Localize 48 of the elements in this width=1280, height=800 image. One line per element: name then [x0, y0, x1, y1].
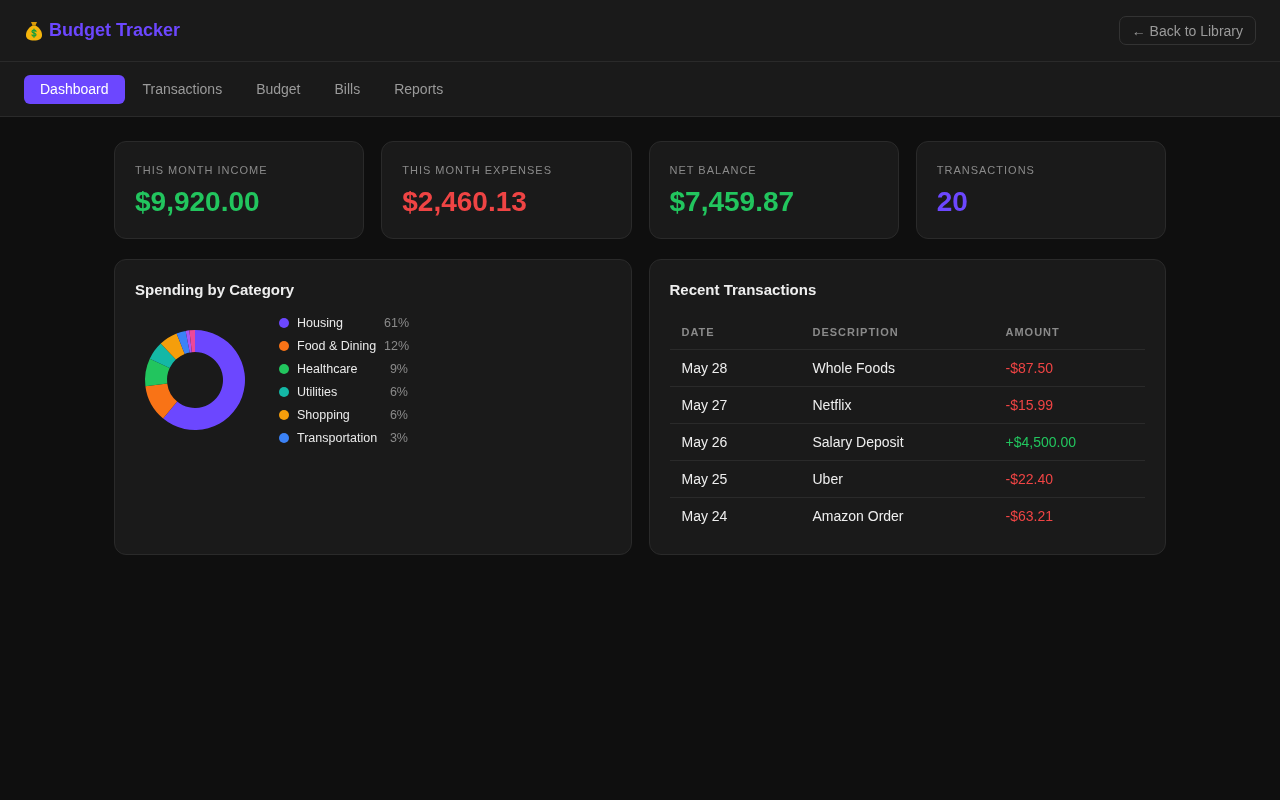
legend-label: Healthcare [297, 361, 359, 376]
date-cell: May 26 [669, 423, 801, 461]
stat-label: THIS MONTH INCOME [135, 163, 269, 177]
legend-percent: 9% [388, 361, 408, 376]
legend-label: Shopping [297, 407, 351, 422]
amount-cell: +$4,500.00 [993, 423, 1145, 461]
column-header: DESCRIPTION [800, 315, 994, 350]
stat-value: 20 [936, 185, 969, 219]
legend-label: Transportation [297, 430, 379, 445]
legend-label: Housing [297, 315, 344, 330]
description-cell: Amazon Order [800, 497, 994, 534]
nav-tab[interactable]: Bills [318, 74, 377, 104]
back-to-library-button[interactable]: ← Back to Library [1118, 16, 1256, 45]
stat-value: $9,920.00 [135, 185, 261, 219]
card-title: Recent Transactions [669, 280, 818, 300]
stat-value: $7,459.87 [669, 185, 796, 219]
amount-cell: -$22.40 [993, 460, 1145, 498]
stat-value: $2,460.13 [402, 185, 528, 219]
amount-cell: -$15.99 [993, 386, 1145, 424]
column-header: AMOUNT [993, 315, 1145, 350]
legend-percent: 3% [388, 430, 408, 445]
app-title: Budget Tracker [49, 20, 181, 41]
legend-percent: 6% [388, 384, 408, 399]
legend-label: Food & Dining [297, 338, 378, 353]
date-cell: May 28 [669, 349, 801, 387]
card-title: Spending by Category [135, 280, 296, 300]
stat-label: THIS MONTH EXPENSES [402, 163, 554, 177]
column-header: DATE [669, 315, 801, 350]
stat-label: NET BALANCE [669, 163, 758, 177]
description-cell: Salary Deposit [800, 423, 994, 461]
description-cell: Uber [800, 460, 994, 498]
stat-label: TRANSACTIONS [936, 163, 1036, 177]
nav-tab[interactable]: Budget [240, 74, 317, 104]
amount-cell: -$87.50 [993, 349, 1145, 387]
legend-label: Utilities [297, 384, 339, 399]
legend-percent: 12% [384, 338, 408, 353]
nav-tab[interactable]: Reports [378, 74, 460, 104]
legend-percent: 6% [388, 407, 408, 422]
date-cell: May 24 [669, 497, 801, 534]
legend-percent: 61% [384, 315, 408, 330]
nav-tab[interactable]: Transactions [126, 74, 239, 104]
date-cell: May 25 [669, 460, 801, 498]
description-cell: Netflix [800, 386, 994, 424]
amount-cell: -$63.21 [993, 497, 1145, 534]
nav-tab[interactable]: Dashboard [24, 74, 125, 104]
money-bag-icon [25, 20, 43, 41]
description-cell: Whole Foods [800, 349, 994, 387]
date-cell: May 27 [669, 386, 801, 424]
